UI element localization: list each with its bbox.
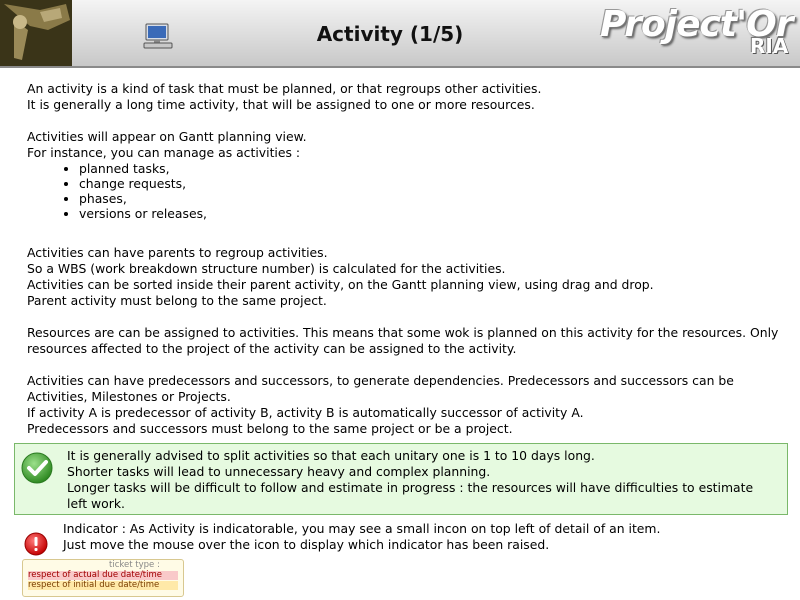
text-line: Activities will appear on Gantt planning… — [27, 129, 307, 144]
text-line: Just move the mouse over the icon to dis… — [63, 537, 550, 552]
main-content: An activity is a kind of task that must … — [27, 81, 787, 453]
brand-sub: RIA — [750, 34, 789, 58]
text-line: Longer tasks will be difficult to follow… — [67, 480, 754, 511]
text-line: Activities can be sorted inside their pa… — [27, 277, 654, 292]
text-line: Activities can have predecessors and suc… — [27, 373, 734, 404]
paragraph-resources: Resources are can be assigned to activit… — [27, 325, 787, 357]
text-line: So a WBS (work breakdown structure numbe… — [27, 261, 506, 276]
text-line: Parent activity must belong to the same … — [27, 293, 327, 308]
paragraph-parents: Activities can have parents to regroup a… — [27, 245, 787, 309]
paragraph-definition: An activity is a kind of task that must … — [27, 81, 787, 113]
advice-text: It is generally advised to split activit… — [67, 448, 777, 512]
advice-box: It is generally advised to split activit… — [14, 443, 788, 515]
check-icon — [21, 452, 53, 484]
text-line: For instance, you can manage as activiti… — [27, 145, 301, 160]
tooltip-indicator-actual: respect of actual due date/time — [28, 571, 178, 580]
indicator-tooltip: ticket type : respect of actual due date… — [22, 559, 184, 597]
paragraph-dependencies: Activities can have predecessors and suc… — [27, 373, 787, 437]
list-item: planned tasks, — [79, 161, 787, 176]
activity-examples-list: planned tasks, change requests, phases, … — [27, 161, 787, 221]
brand-logo: Project'Or RIA — [600, 4, 796, 62]
text-line: Indicator : As Activity is indicatorable… — [63, 521, 661, 536]
text-line: An activity is a kind of task that must … — [27, 81, 542, 96]
list-item: versions or releases, — [79, 206, 787, 221]
text-line: It is generally advised to split activit… — [67, 448, 595, 463]
list-item: phases, — [79, 191, 787, 206]
text-line: Shorter tasks will lead to unnecessary h… — [67, 464, 491, 479]
header-bar: Activity (1/5) Project'Or RIA — [0, 0, 800, 68]
text-line: Resources are can be assigned to activit… — [27, 325, 779, 356]
paragraph-gantt: Activities will appear on Gantt planning… — [27, 129, 787, 221]
text-line: If activity A is predecessor of activity… — [27, 405, 584, 420]
text-line: Activities can have parents to regroup a… — [27, 245, 328, 260]
tooltip-background-label: ticket type : — [109, 560, 160, 570]
text-line: It is generally a long time activity, th… — [27, 97, 535, 112]
tooltip-indicator-initial: respect of initial due date/time — [28, 581, 178, 590]
alert-icon[interactable] — [24, 532, 48, 556]
indicator-explanation: Indicator : As Activity is indicatorable… — [63, 521, 783, 553]
list-item: change requests, — [79, 176, 787, 191]
text-line: Predecessors and successors must belong … — [27, 421, 513, 436]
